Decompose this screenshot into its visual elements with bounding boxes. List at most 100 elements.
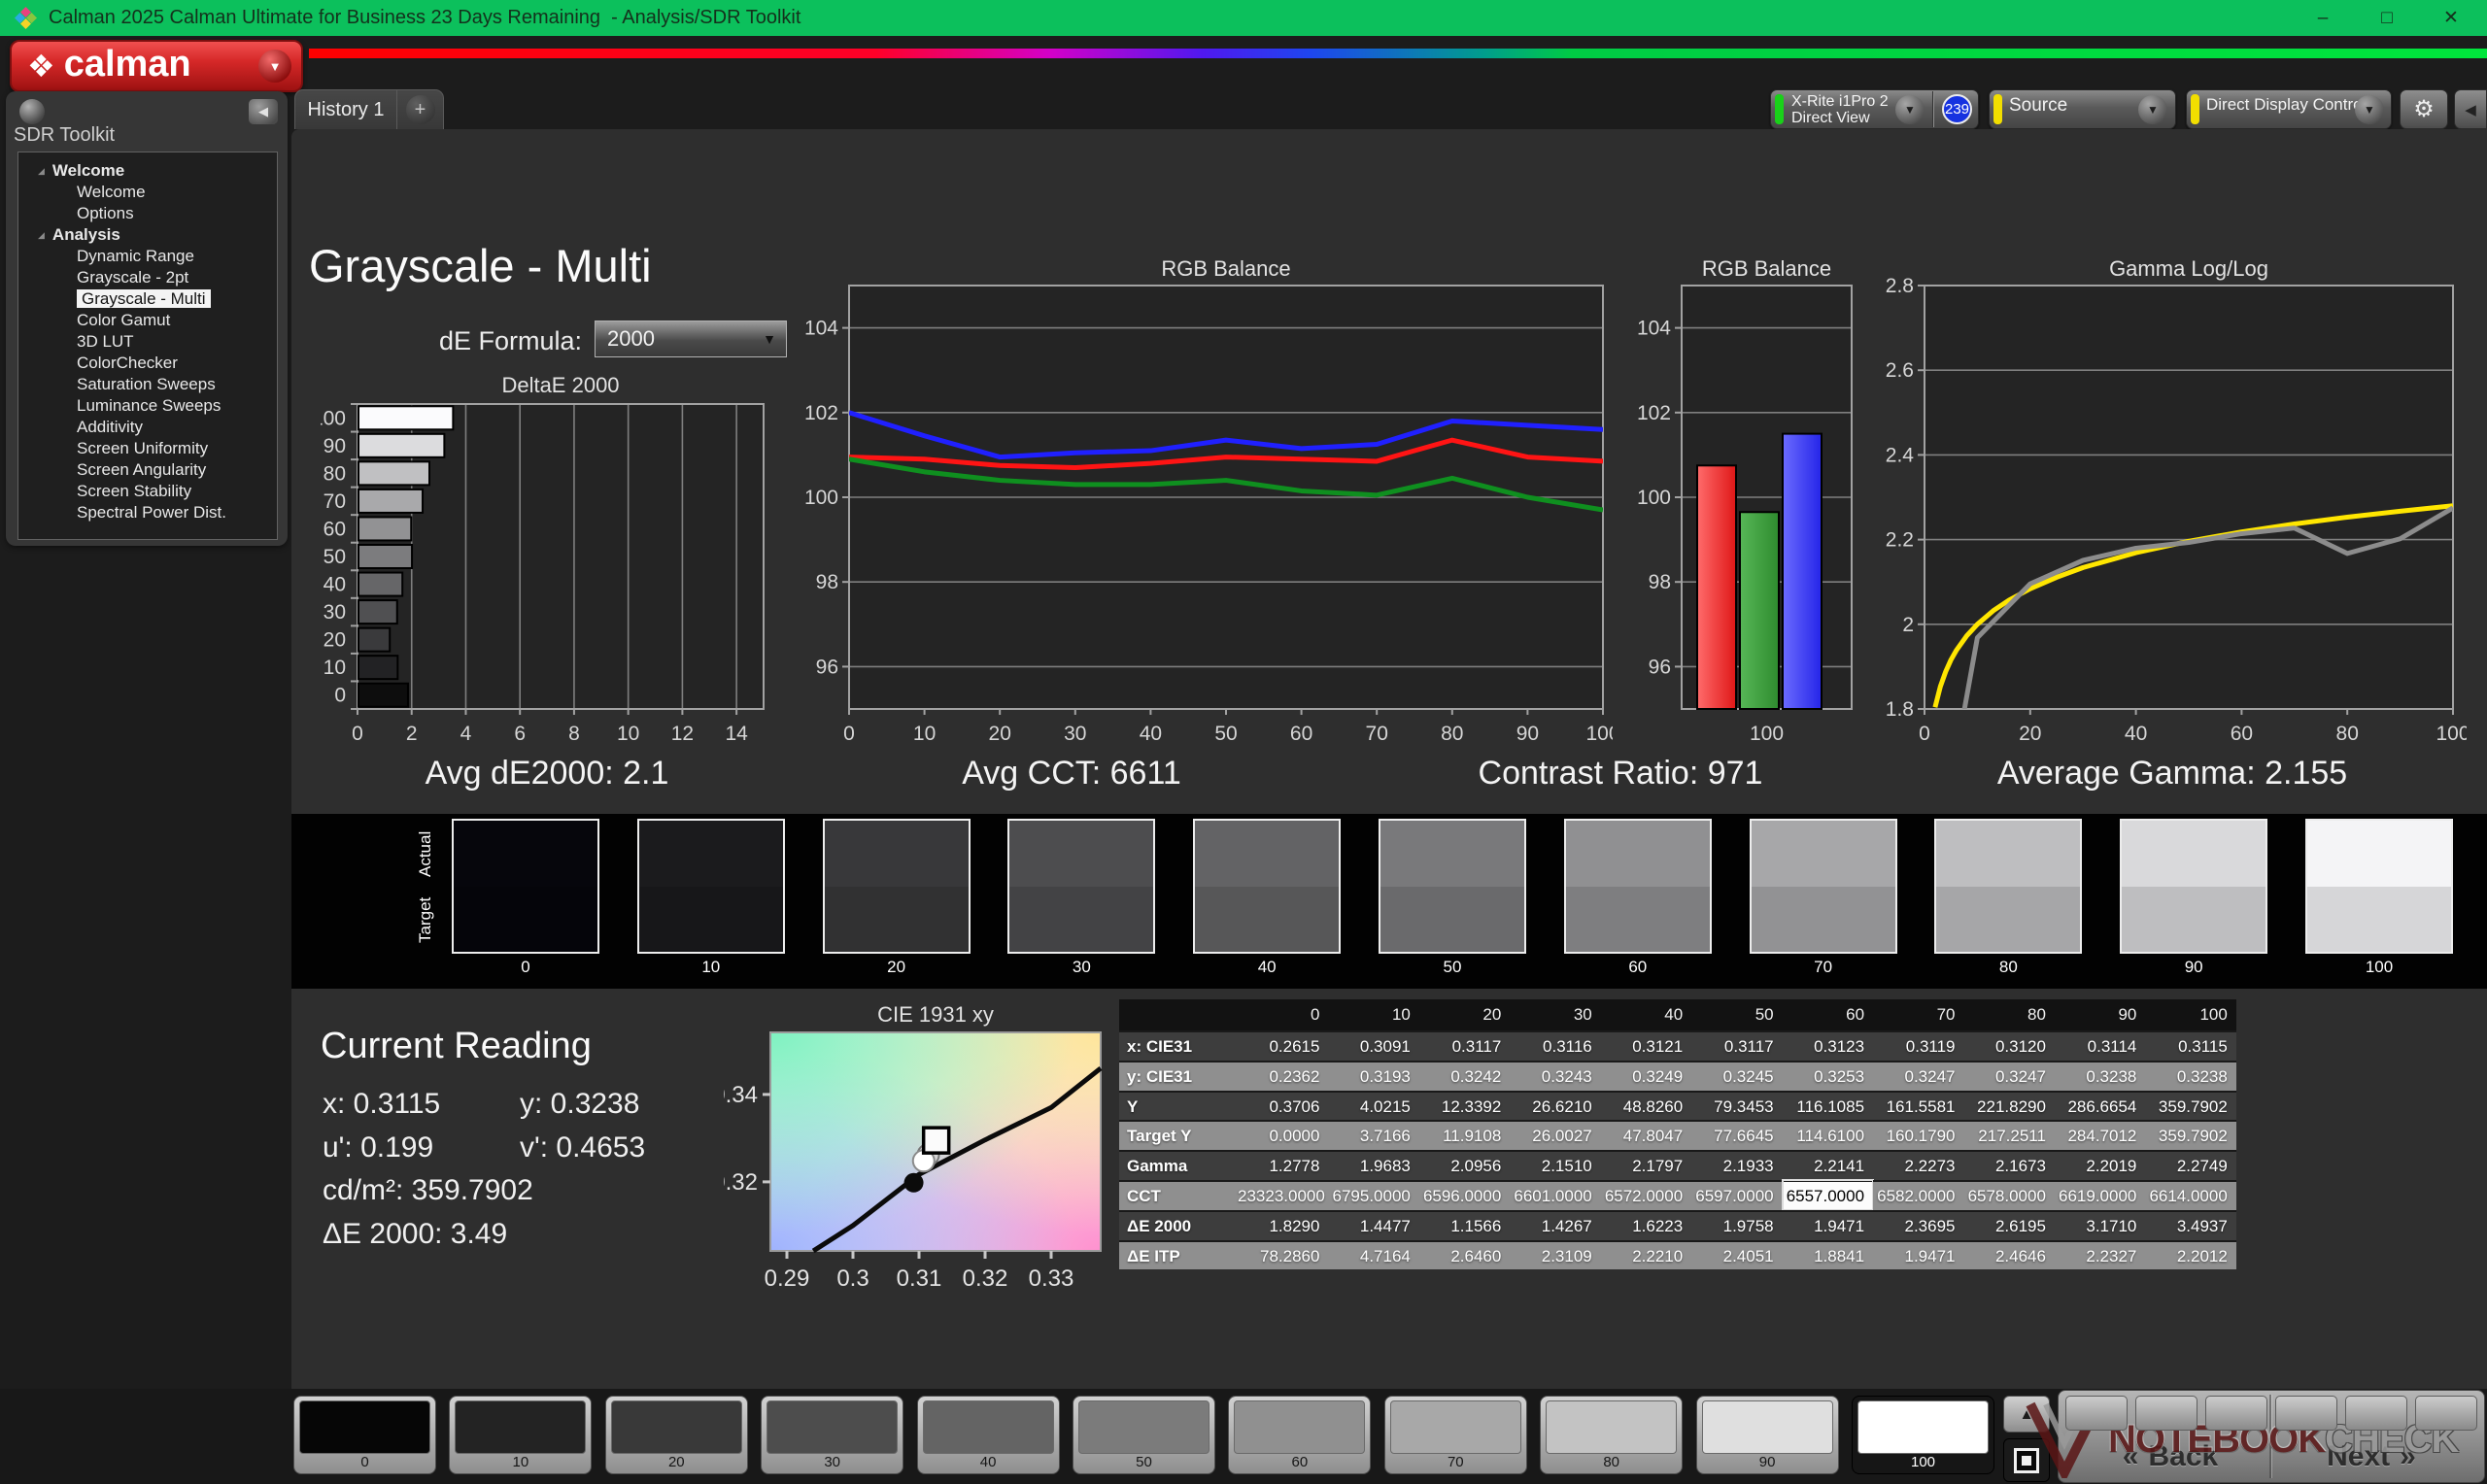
minimize-icon[interactable]: – [2291,0,2355,36]
sidebar-item-additivity[interactable]: Additivity [18,417,277,438]
table-cell[interactable]: 6619.0000 [2055,1180,2145,1210]
calman-menu-caret-icon[interactable]: ▼ [258,50,291,83]
pattern-button-40[interactable]: 40 [917,1396,1060,1474]
sidebar-item-welcome[interactable]: ◢Welcome [18,160,277,182]
table-cell[interactable]: 2.1510 [1510,1150,1600,1180]
chevron-down-icon[interactable]: ▼ [1895,95,1925,124]
table-cell[interactable]: 6582.0000 [1873,1180,1963,1210]
table-cell[interactable]: 1.2778 [1238,1150,1328,1180]
sidebar-item-spectral-power-dist[interactable]: Spectral Power Dist. [18,502,277,523]
back-button[interactable]: « Back [2065,1434,2266,1479]
table-cell[interactable]: 1.8290 [1238,1210,1328,1240]
maximize-icon[interactable]: □ [2355,0,2419,36]
tab-history-1[interactable]: History 1 [294,89,397,129]
table-cell[interactable]: 0.3247 [1873,1061,1963,1091]
table-cell[interactable]: 48.8260 [1601,1091,1691,1121]
table-cell[interactable]: 2.1933 [1691,1150,1782,1180]
table-cell[interactable]: 0.3243 [1510,1061,1600,1091]
table-cell[interactable]: 6601.0000 [1510,1180,1600,1210]
table-cell[interactable]: 2.4646 [1964,1240,2055,1270]
pattern-button-10[interactable]: 10 [449,1396,592,1474]
pattern-button-90[interactable]: 90 [1696,1396,1839,1474]
sidebar-item-screen-angularity[interactable]: Screen Angularity [18,459,277,481]
panel-button-2[interactable] [2135,1396,2197,1431]
table-cell[interactable]: 161.5581 [1873,1091,1963,1121]
pattern-button-50[interactable]: 50 [1073,1396,1215,1474]
sidebar-item-3d-lut[interactable]: 3D LUT [18,331,277,353]
table-cell[interactable]: 2.4051 [1691,1240,1782,1270]
table-cell[interactable]: 1.9471 [1783,1210,1873,1240]
table-cell[interactable]: 2.2012 [2145,1240,2235,1270]
table-cell[interactable]: 11.9108 [1419,1120,1510,1150]
table-cell[interactable]: 0.3123 [1783,1030,1873,1061]
pattern-bar-expand-button[interactable]: ▲ [2003,1396,2050,1433]
table-cell[interactable]: 0.3253 [1783,1061,1873,1091]
add-tab-button[interactable]: + [397,89,444,129]
sidebar-item-screen-uniformity[interactable]: Screen Uniformity [18,438,277,459]
table-cell[interactable]: 286.6654 [2055,1091,2145,1121]
pattern-button-20[interactable]: 20 [605,1396,748,1474]
table-cell[interactable]: 359.7902 [2145,1120,2235,1150]
sidebar-knob-button[interactable] [19,99,45,124]
table-cell[interactable]: 2.6195 [1964,1210,2055,1240]
chevron-down-icon[interactable]: ▼ [2355,95,2384,124]
table-cell[interactable]: 1.1566 [1419,1210,1510,1240]
table-cell[interactable]: 0.3091 [1328,1030,1418,1061]
table-cell[interactable]: 1.9758 [1691,1210,1782,1240]
table-cell[interactable]: 6596.0000 [1419,1180,1510,1210]
table-cell[interactable]: 6578.0000 [1964,1180,2055,1210]
sidebar-item-saturation-sweeps[interactable]: Saturation Sweeps [18,374,277,395]
table-cell[interactable]: 2.6460 [1419,1240,1510,1270]
table-cell[interactable]: 3.1710 [2055,1210,2145,1240]
table-cell[interactable]: 47.8047 [1601,1120,1691,1150]
table-cell[interactable]: 4.7164 [1328,1240,1418,1270]
table-cell[interactable]: 0.3114 [2055,1030,2145,1061]
sidebar-item-colorchecker[interactable]: ColorChecker [18,353,277,374]
table-cell[interactable]: 2.2327 [2055,1240,2145,1270]
source-dropdown[interactable]: Source ▼ [1989,89,2176,129]
collapse-right-panel-button[interactable]: ◀ [2454,89,2487,129]
table-cell[interactable]: 0.3242 [1419,1061,1510,1091]
table-cell[interactable]: 0.3117 [1419,1030,1510,1061]
table-cell[interactable]: 0.0000 [1238,1120,1328,1150]
display-control-dropdown[interactable]: Direct Display Control ▼ [2186,89,2392,129]
panel-button-5[interactable] [2345,1396,2407,1431]
sidebar-item-screen-stability[interactable]: Screen Stability [18,481,277,502]
table-cell[interactable]: 0.2615 [1238,1030,1328,1061]
gear-icon[interactable]: ⚙ [2400,89,2448,129]
table-cell[interactable]: 1.4477 [1328,1210,1418,1240]
panel-button-1[interactable] [2065,1396,2128,1431]
table-cell[interactable]: 160.1790 [1873,1120,1963,1150]
table-cell[interactable]: 26.6210 [1510,1091,1600,1121]
table-cell[interactable]: 0.3121 [1601,1030,1691,1061]
table-cell[interactable]: 2.2019 [2055,1150,2145,1180]
table-cell[interactable]: 2.3695 [1873,1210,1963,1240]
table-cell[interactable]: 3.4937 [2145,1210,2235,1240]
table-cell[interactable]: 6795.0000 [1328,1180,1418,1210]
sidebar-item-analysis[interactable]: ◢Analysis [18,224,277,246]
calman-menu-button[interactable]: ❖ calman ▼ [10,40,303,92]
table-cell[interactable]: 12.3392 [1419,1091,1510,1121]
sidebar-item-grayscale-2pt[interactable]: Grayscale - 2pt [18,267,277,288]
table-cell[interactable]: 2.0956 [1419,1150,1510,1180]
panel-button-4[interactable] [2275,1396,2337,1431]
table-cell[interactable]: 6597.0000 [1691,1180,1782,1210]
table-cell[interactable]: 0.2362 [1238,1061,1328,1091]
table-cell[interactable]: 0.3247 [1964,1061,2055,1091]
pattern-button-60[interactable]: 60 [1228,1396,1371,1474]
expander-icon[interactable]: ◢ [38,160,45,182]
pattern-window-button[interactable] [2003,1438,2050,1482]
sidebar-item-luminance-sweeps[interactable]: Luminance Sweeps [18,395,277,417]
sidebar-item-dynamic-range[interactable]: Dynamic Range [18,246,277,267]
sidebar-item-options[interactable]: Options [18,203,277,224]
table-cell[interactable]: 0.3116 [1510,1030,1600,1061]
table-cell[interactable]: 2.2210 [1601,1240,1691,1270]
pattern-button-70[interactable]: 70 [1384,1396,1527,1474]
table-cell[interactable]: 284.7012 [2055,1120,2145,1150]
table-cell[interactable]: 1.8841 [1783,1240,1873,1270]
next-button[interactable]: Next » [2273,1434,2479,1479]
sidebar-item-welcome[interactable]: Welcome [18,182,277,203]
table-cell[interactable]: 221.8290 [1964,1091,2055,1121]
table-cell[interactable]: 114.6100 [1783,1120,1873,1150]
table-cell[interactable]: 0.3706 [1238,1091,1328,1121]
